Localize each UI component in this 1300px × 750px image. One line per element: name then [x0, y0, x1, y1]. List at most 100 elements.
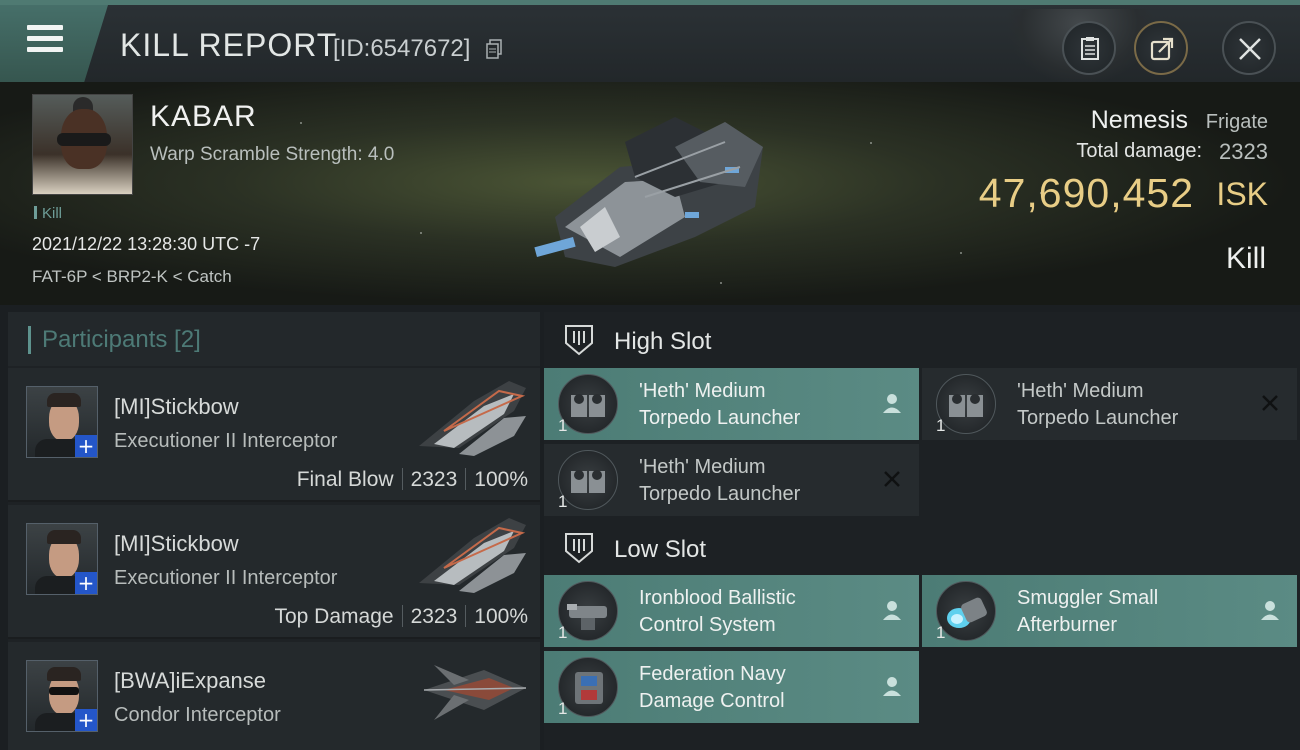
victim-name[interactable]: KABAR	[150, 100, 257, 134]
participant-row[interactable]: + [BWA]iExpanse Condor Interceptor	[8, 642, 540, 750]
module-name-line1: 'Heth' Medium	[639, 380, 766, 402]
module-name-line2: Control System	[639, 614, 776, 636]
module-name: 'Heth' Medium Torpedo Launcher	[639, 454, 869, 508]
participant-role: Top Damage	[274, 605, 394, 628]
module-name: Ironblood Ballistic Control System	[639, 585, 869, 639]
avatar-sunglasses	[49, 687, 79, 695]
share-icon	[1150, 37, 1174, 61]
module-low-3[interactable]: 1 Federation Navy Damage Control	[544, 651, 919, 723]
menu-button[interactable]	[0, 5, 108, 82]
participant-ship: Executioner II Interceptor	[114, 567, 338, 589]
top-bar: KILL REPORT [ID:6547672]	[0, 0, 1300, 85]
pilot-icon	[883, 601, 901, 620]
document-icon	[1081, 37, 1099, 60]
participant-row[interactable]: + [MI]Stickbow Executioner II Intercepto…	[8, 368, 540, 502]
divider	[401, 468, 403, 490]
header-accent	[28, 326, 31, 354]
module-quantity: 1	[558, 623, 568, 642]
victim-ship-image[interactable]	[525, 107, 770, 272]
menu-icon-bar	[27, 36, 63, 41]
module-quantity: 1	[558, 699, 568, 718]
share-button[interactable]	[1134, 21, 1188, 75]
star	[300, 122, 302, 124]
star	[720, 282, 722, 284]
module-low-2[interactable]: 1 Smuggler Small Afterburner	[922, 575, 1297, 647]
close-button[interactable]	[1222, 21, 1276, 75]
pilot-icon	[1261, 601, 1279, 620]
module-name-line2: Afterburner	[1017, 614, 1118, 636]
module-name-line2: Torpedo Launcher	[639, 407, 801, 429]
participant-row[interactable]: + [MI]Stickbow Executioner II Intercepto…	[8, 505, 540, 639]
module-name: Federation Navy Damage Control	[639, 661, 869, 715]
module-name: 'Heth' Medium Torpedo Launcher	[639, 378, 869, 432]
participant-ship-image	[419, 381, 526, 456]
participant-stats: Top Damage 2323 100%	[274, 605, 528, 629]
divider	[465, 605, 467, 627]
avatar[interactable]: +	[26, 523, 98, 595]
module-high-2[interactable]: 1 'Heth' Medium Torpedo Launcher	[922, 368, 1297, 440]
module-name-line1: Federation Navy	[639, 663, 786, 685]
add-contact-button[interactable]: +	[75, 709, 97, 731]
avatar[interactable]: +	[26, 660, 98, 732]
module-name: 'Heth' Medium Torpedo Launcher	[1017, 378, 1247, 432]
participants-panel: Participants [2] + [MI]Stickbow Executio…	[8, 312, 540, 750]
avatar[interactable]: +	[26, 386, 98, 458]
copy-icon[interactable]	[486, 39, 502, 59]
participant-ship-image	[419, 518, 526, 593]
module-high-3[interactable]: 1 'Heth' Medium Torpedo Launcher	[544, 444, 919, 516]
kill-tag: Kill	[34, 205, 62, 222]
ship-class: Frigate	[1205, 111, 1268, 133]
participant-ship: Executioner II Interceptor	[114, 430, 338, 452]
total-damage-value: 2323	[1219, 139, 1268, 164]
participant-stats: Final Blow 2323 100%	[297, 468, 528, 492]
low-slot-label: Low Slot	[614, 536, 707, 563]
module-name-line1: Ironblood Ballistic	[639, 587, 796, 609]
avatar-hair	[47, 393, 81, 407]
star	[870, 142, 872, 144]
participant-name: [BWA]iExpanse	[114, 668, 267, 693]
participant-ship-image	[423, 665, 527, 720]
isk-unit: ISK	[1216, 176, 1268, 212]
menu-icon	[27, 25, 63, 30]
module-quantity: 1	[558, 492, 568, 511]
report-id: [ID:6547672]	[333, 35, 471, 62]
avatar-hair	[47, 667, 81, 681]
participant-percent: 100%	[474, 468, 528, 491]
pilot-icon	[883, 677, 901, 696]
module-quantity: 1	[558, 416, 568, 435]
module-quantity: 1	[936, 416, 946, 435]
add-contact-button[interactable]: +	[75, 572, 97, 594]
menu-icon-bar	[27, 47, 63, 52]
divider	[465, 468, 467, 490]
module-name-line2: Damage Control	[639, 690, 785, 712]
total-damage-label: Total damage:	[1076, 140, 1202, 162]
warp-scramble-strength: Warp Scramble Strength: 4.0	[150, 144, 395, 165]
module-low-1[interactable]: 1 Ironblood Ballistic Control System	[544, 575, 919, 647]
participant-ship: Condor Interceptor	[114, 704, 281, 726]
pilot-icon	[883, 394, 901, 413]
module-name-line1: 'Heth' Medium	[639, 456, 766, 478]
high-slot-label: High Slot	[614, 328, 712, 355]
ship-name[interactable]: Nemesis	[1091, 106, 1188, 135]
module-name-line2: Torpedo Launcher	[639, 483, 801, 505]
kill-type: Kill	[1225, 242, 1266, 275]
participant-name: [MI]Stickbow	[114, 394, 239, 419]
module-name-line1: 'Heth' Medium	[1017, 380, 1144, 402]
page-title: KILL REPORT	[120, 27, 338, 63]
low-slot-icon	[565, 533, 593, 564]
kill-location[interactable]: FAT-6P < BRP2-K < Catch	[32, 267, 232, 287]
close-icon	[1239, 38, 1261, 60]
module-quantity: 1	[936, 623, 946, 642]
module-name: Smuggler Small Afterburner	[1017, 585, 1247, 639]
document-button[interactable]	[1062, 21, 1116, 75]
high-slot-header: High Slot	[544, 314, 1300, 368]
participants-title: Participants [2]	[42, 326, 201, 353]
star	[420, 232, 422, 234]
victim-portrait[interactable]	[32, 94, 133, 195]
add-contact-button[interactable]: +	[75, 435, 97, 457]
destroyed-x-icon	[1262, 395, 1278, 411]
module-name-line1: Smuggler Small	[1017, 587, 1159, 609]
participant-name: [MI]Stickbow	[114, 531, 239, 556]
low-slot-header: Low Slot	[544, 522, 1300, 576]
module-high-1[interactable]: 1 'Heth' Medium Torpedo Launcher	[544, 368, 919, 440]
